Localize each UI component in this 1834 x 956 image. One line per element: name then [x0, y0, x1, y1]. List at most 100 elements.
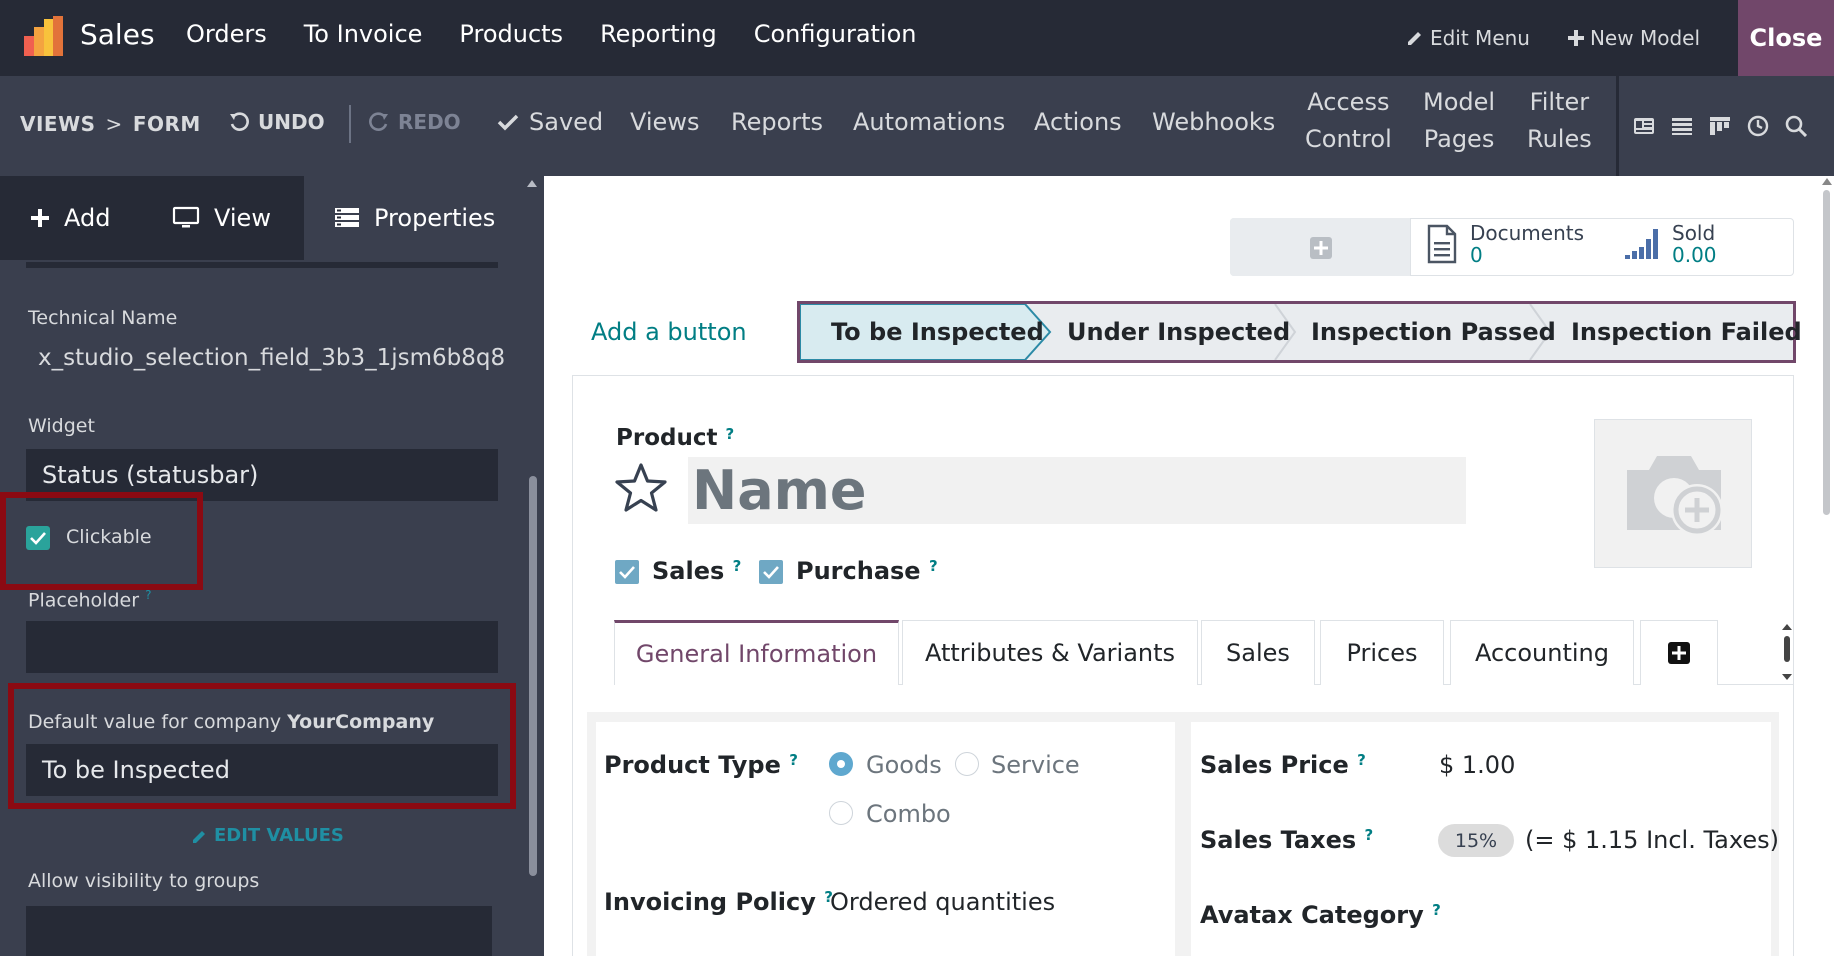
stage-inspection-passed[interactable]: Inspection Passed [1311, 318, 1556, 346]
tab-sales[interactable]: Sales [1201, 620, 1315, 685]
stage-to-be-inspected[interactable]: To be Inspected [831, 318, 1044, 346]
menu-to-invoice[interactable]: To Invoice [304, 20, 423, 48]
technical-name-value: x_studio_selection_field_3b3_1jsm6b8q8 [38, 345, 506, 371]
product-image-upload[interactable] [1594, 419, 1752, 568]
document-icon [1427, 224, 1457, 264]
sales-app-icon[interactable] [24, 16, 66, 56]
check-icon [763, 566, 779, 579]
toolbar-filter-rules[interactable]: Filter Rules [1527, 84, 1592, 158]
tab-properties[interactable]: Properties [304, 176, 532, 260]
toolbar-divider [349, 105, 351, 143]
monitor-icon [172, 206, 200, 228]
close-studio-button[interactable]: Close [1738, 0, 1834, 76]
documents-count: 0 [1470, 243, 1483, 267]
product-help[interactable]: ? [725, 425, 734, 443]
redo-button[interactable]: REDO [368, 110, 461, 134]
tab-prices[interactable]: Prices [1320, 620, 1444, 685]
sales-checkbox[interactable] [615, 560, 639, 584]
main-menu: Orders To Invoice Products Reporting Con… [186, 20, 954, 48]
sidebar-field-strip [26, 262, 498, 268]
documents-label: Documents [1470, 221, 1585, 245]
toolbar-model-pages[interactable]: Model Pages [1423, 84, 1495, 158]
radio-goods[interactable] [829, 752, 853, 776]
radio-service[interactable] [955, 752, 979, 776]
toolbar-webhooks[interactable]: Webhooks [1152, 104, 1275, 141]
activity-view-icon[interactable] [1747, 115, 1769, 137]
product-type-help[interactable]: ? [789, 751, 798, 769]
product-name-input[interactable]: Name [688, 457, 1466, 524]
breadcrumb-views[interactable]: VIEWS [20, 112, 96, 136]
default-value-label-text: Default value for company [28, 711, 288, 733]
sales-price-text: Sales Price [1200, 751, 1349, 779]
invoicing-policy-text: Invoicing Policy [604, 888, 816, 916]
saved-label: Saved [529, 108, 604, 136]
kanban-view-icon[interactable] [1709, 115, 1731, 137]
sales-price-value[interactable]: $ 1.00 [1439, 751, 1515, 779]
default-value-select[interactable]: To be Inspected [26, 744, 498, 796]
breadcrumb-separator: > [105, 112, 123, 136]
form-scroll-up[interactable] [1822, 178, 1832, 185]
avatax-category-help[interactable]: ? [1432, 901, 1441, 919]
tab-general-information[interactable]: General Information [614, 620, 899, 685]
stage-under-inspected[interactable]: Under Inspected [1067, 318, 1290, 346]
undo-label: UNDO [258, 110, 325, 134]
toolbar-actions[interactable]: Actions [1034, 104, 1122, 141]
menu-orders[interactable]: Orders [186, 20, 267, 48]
invoicing-policy-value[interactable]: Ordered quantities [830, 888, 1055, 916]
radio-service-label: Service [991, 751, 1080, 779]
search-icon[interactable] [1785, 115, 1807, 137]
edit-values-button[interactable]: EDIT VALUES [192, 825, 344, 846]
toolbar-views[interactable]: Views [630, 104, 699, 141]
stage-inspection-failed[interactable]: Inspection Failed [1571, 318, 1802, 346]
add-smart-button[interactable] [1230, 218, 1411, 276]
new-model-button[interactable]: New Model [1567, 26, 1700, 50]
tab-view[interactable]: View [172, 176, 302, 260]
menu-products[interactable]: Products [459, 20, 563, 48]
clickable-checkbox[interactable] [26, 526, 50, 550]
server-icon [335, 208, 359, 227]
radio-combo[interactable] [829, 801, 853, 825]
tab-attributes-variants[interactable]: Attributes & Variants [902, 620, 1198, 685]
favorite-star-icon[interactable] [614, 462, 668, 514]
toolbar-reports[interactable]: Reports [731, 104, 823, 141]
widget-label: Widget [28, 415, 95, 437]
add-tab-button[interactable] [1640, 620, 1718, 685]
purchase-check-help[interactable]: ? [929, 557, 938, 575]
tab-scrollbar[interactable] [1781, 622, 1793, 682]
sales-check-help[interactable]: ? [733, 557, 742, 575]
sold-smart-button[interactable]: Sold 0.00 [1624, 222, 1717, 266]
camera-add-icon [1627, 456, 1723, 536]
view-switcher [1616, 76, 1834, 176]
model-pages-line2: Pages [1423, 125, 1495, 153]
form-view-icon[interactable] [1633, 115, 1655, 137]
sidebar-scroll-up[interactable] [527, 180, 537, 187]
undo-button[interactable]: UNDO [228, 110, 325, 134]
toolbar-access-control[interactable]: Access Control [1305, 84, 1392, 158]
sales-taxes-help[interactable]: ? [1365, 826, 1374, 844]
tab-accounting[interactable]: Accounting [1450, 620, 1634, 685]
documents-smart-button[interactable]: Documents 0 [1426, 222, 1584, 266]
pencil-icon [1407, 32, 1421, 45]
menu-configuration[interactable]: Configuration [754, 20, 917, 48]
sidebar-scroll-thumb[interactable] [529, 476, 537, 876]
app-name[interactable]: Sales [80, 18, 155, 51]
tab-add[interactable]: Add [30, 176, 150, 260]
placeholder-input[interactable] [26, 621, 498, 673]
edit-menu-label: Edit Menu [1429, 26, 1530, 50]
tax-badge[interactable]: 15% [1438, 824, 1514, 857]
filter-rules-line1: Filter [1529, 88, 1590, 116]
menu-reporting[interactable]: Reporting [600, 20, 717, 48]
placeholder-help[interactable]: ? [145, 588, 151, 602]
radio-goods-label: Goods [866, 751, 942, 779]
sales-price-help[interactable]: ? [1357, 751, 1366, 769]
purchase-checkbox[interactable] [759, 560, 783, 584]
visibility-groups-input[interactable] [26, 906, 492, 956]
list-view-icon[interactable] [1671, 115, 1693, 137]
default-value-label: Default value for company YourCompany [28, 711, 434, 733]
sales-taxes-label: Sales Taxes ? [1200, 826, 1373, 854]
toolbar-automations[interactable]: Automations [853, 104, 1005, 141]
form-scroll-thumb[interactable] [1823, 190, 1830, 515]
add-a-button-link[interactable]: Add a button [591, 318, 747, 346]
placeholder-label-text: Placeholder [28, 589, 140, 612]
edit-menu-button[interactable]: Edit Menu [1406, 26, 1530, 50]
